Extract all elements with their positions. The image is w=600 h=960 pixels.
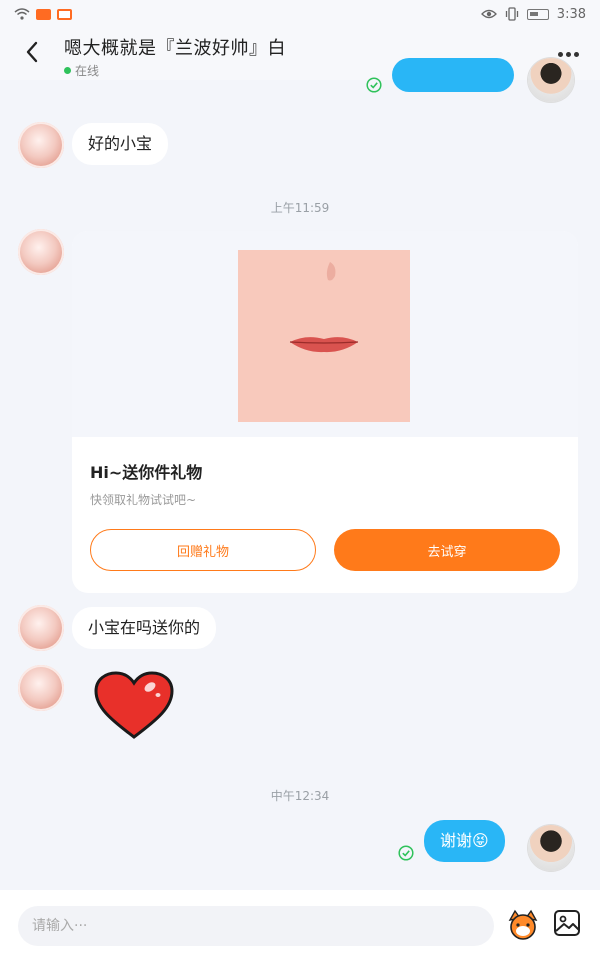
heart-sticker[interactable]: [92, 671, 176, 741]
presence-status: 在线: [64, 62, 286, 79]
check-circle-icon: [398, 845, 414, 861]
message-input[interactable]: [18, 906, 494, 946]
image-icon[interactable]: [552, 908, 582, 938]
return-gift-button[interactable]: 回赠礼物: [90, 529, 316, 571]
back-arrow-icon: [26, 41, 38, 63]
online-dot-icon: [64, 67, 71, 74]
try-on-button[interactable]: 去试穿: [334, 529, 560, 571]
timestamp: 中午12:34: [270, 789, 330, 803]
vibrate-icon: [505, 7, 518, 21]
message-outgoing[interactable]: 谢谢😝: [424, 820, 505, 862]
message-incoming[interactable]: 小宝在吗送你的: [72, 607, 217, 649]
wifi-icon: [14, 8, 30, 20]
gift-subtitle: 快领取礼物试试吧~: [90, 493, 197, 507]
gift-card[interactable]: Hi~送你件礼物 快领取礼物试试吧~ 回赠礼物 去试穿: [72, 231, 578, 593]
status-time: 3:38: [556, 6, 586, 22]
app-notification-icon: [57, 8, 72, 20]
avatar[interactable]: [18, 665, 64, 711]
presence-label: 在线: [75, 64, 100, 78]
gift-preview: [72, 231, 578, 437]
avatar[interactable]: [18, 605, 64, 651]
status-bar: 3:38: [0, 0, 600, 28]
more-icon: [573, 51, 579, 57]
gift-image[interactable]: [238, 250, 410, 422]
message-incoming[interactable]: 好的小宝: [72, 123, 169, 165]
timestamp: 上午11:59: [270, 201, 330, 215]
header-title-block: 嗯大概就是『兰波好帅』白 在线: [64, 34, 286, 79]
more-icon: [557, 51, 563, 57]
avatar[interactable]: [18, 122, 64, 168]
avatar[interactable]: [528, 58, 574, 102]
back-button[interactable]: [18, 38, 46, 66]
page-title: 嗯大概就是『兰波好帅』白: [64, 38, 286, 59]
message-outgoing-partial[interactable]: [392, 58, 514, 92]
check-circle-icon: [366, 77, 382, 93]
nose-shape: [326, 262, 336, 281]
gift-title: Hi~送你件礼物: [90, 463, 203, 482]
avatar[interactable]: [18, 229, 64, 275]
battery-icon: [526, 8, 549, 20]
eye-icon: [480, 9, 497, 19]
lips-shape: [289, 337, 359, 353]
more-icon: [565, 51, 571, 57]
emoji-face-icon[interactable]: [506, 908, 540, 942]
input-bar: [0, 890, 600, 960]
avatar[interactable]: [528, 825, 574, 871]
app-notification-icon: [36, 8, 51, 20]
